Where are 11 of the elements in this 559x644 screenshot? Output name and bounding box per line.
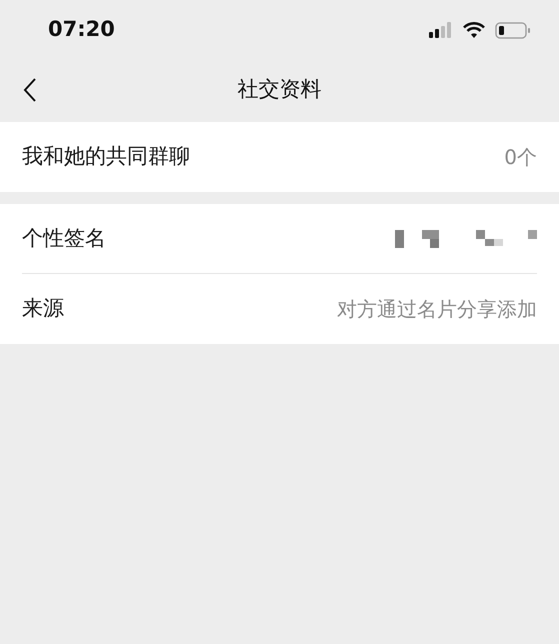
row-value: 对方通过名片分享添加: [337, 296, 537, 323]
row-label: 来源: [22, 295, 65, 322]
row-label: 我和她的共同群聊: [22, 143, 191, 170]
signal-icon: [429, 22, 453, 38]
status-time: 07:20: [48, 16, 115, 44]
battery-icon: [495, 22, 531, 38]
wifi-icon: [463, 22, 485, 38]
row-label: 个性签名: [22, 224, 107, 252]
row-value: 0个: [504, 144, 537, 171]
back-chevron-icon: [23, 78, 37, 102]
page-title: 社交资料: [238, 76, 322, 104]
